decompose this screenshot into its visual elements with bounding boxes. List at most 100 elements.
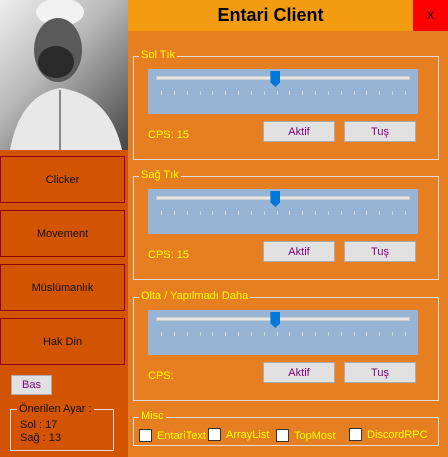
slider-tick xyxy=(225,211,227,215)
checkbox-icon[interactable] xyxy=(276,429,289,442)
slider-tick xyxy=(366,211,368,215)
slider-tick xyxy=(289,91,291,95)
recommended-sag: Sağ : 13 xyxy=(20,432,61,444)
slider-tick xyxy=(302,211,304,215)
slider-thumb[interactable] xyxy=(270,191,281,207)
slider-tick xyxy=(276,332,278,336)
slider-tick xyxy=(212,211,214,215)
slider-tick xyxy=(161,332,162,336)
sol-tik-slider[interactable] xyxy=(148,69,418,114)
checkbox-icon[interactable] xyxy=(349,428,362,441)
slider-tick xyxy=(199,91,201,95)
slider-tick xyxy=(379,332,381,336)
slider-thumb[interactable] xyxy=(270,71,281,87)
sol-tik-aktif-button[interactable]: Aktif xyxy=(263,121,335,142)
slider-tick xyxy=(199,332,201,336)
slider-tick xyxy=(353,211,355,215)
sag-tik-legend: Sağ Tık xyxy=(139,169,181,181)
checkbox-icon[interactable] xyxy=(208,428,221,441)
sol-tik-legend: Sol Tık xyxy=(139,49,178,61)
entaritext-checkbox[interactable]: EntariText xyxy=(139,429,206,442)
slider-tick xyxy=(225,332,227,336)
slider-tick xyxy=(238,91,240,95)
slider-tick xyxy=(263,211,265,215)
olta-tus-button[interactable]: Tuş xyxy=(344,362,416,383)
checkbox-icon[interactable] xyxy=(139,429,152,442)
sag-tik-aktif-button[interactable]: Aktif xyxy=(263,241,335,262)
slider-tick xyxy=(340,211,342,215)
title-bar: Entari Client X xyxy=(128,0,448,31)
slider-tick xyxy=(302,91,304,95)
nav-muslumanlik-button[interactable]: Müslümanlık xyxy=(0,264,125,311)
slider-tick xyxy=(161,91,162,95)
olta-cps-label: CPS: xyxy=(148,370,174,382)
nav-clicker-button[interactable]: Clicker xyxy=(0,156,125,203)
slider-tick xyxy=(353,332,355,336)
slider-tick xyxy=(225,91,227,95)
slider-tick xyxy=(212,91,214,95)
slider-tick xyxy=(379,211,381,215)
slider-tick xyxy=(405,332,406,336)
slider-track[interactable] xyxy=(156,76,410,80)
nav-hak-din-button[interactable]: Hak Din xyxy=(0,318,125,365)
slider-track[interactable] xyxy=(156,196,410,200)
slider-tick xyxy=(186,211,188,215)
slider-tick xyxy=(405,211,406,215)
slider-tick xyxy=(250,211,252,215)
slider-tick xyxy=(392,211,394,215)
slider-tick xyxy=(263,91,265,95)
recommended-settings-group: Önerilen Ayar : Sol : 17 Sağ : 13 xyxy=(10,403,114,451)
topmost-label: TopMost xyxy=(294,429,336,442)
olta-slider[interactable] xyxy=(148,310,418,355)
slider-tick xyxy=(379,91,381,95)
slider-tick xyxy=(186,332,188,336)
topmost-checkbox[interactable]: TopMost xyxy=(276,429,336,442)
slider-tick xyxy=(238,211,240,215)
arraylist-checkbox[interactable]: ArrayList xyxy=(208,428,269,441)
slider-tick xyxy=(315,211,317,215)
sol-tik-group: Sol Tık CPS: 15 Aktif Tuş xyxy=(133,49,439,160)
close-button[interactable]: X xyxy=(413,0,448,31)
slider-tick xyxy=(173,91,175,95)
sag-tik-cps-label: CPS: 15 xyxy=(148,249,189,261)
slider-track[interactable] xyxy=(156,317,410,321)
slider-tick xyxy=(353,91,355,95)
slider-tick xyxy=(250,91,252,95)
recommended-sol: Sol : 17 xyxy=(20,419,58,431)
slider-tick xyxy=(199,211,201,215)
discordrpc-label: DiscordRPC xyxy=(367,428,428,441)
sag-tik-group: Sağ Tık CPS: 15 Aktif Tuş xyxy=(133,169,439,280)
slider-tick xyxy=(212,332,214,336)
slider-tick xyxy=(315,332,317,336)
misc-group: Misc EntariText ArrayList TopMost Discor… xyxy=(133,410,439,446)
slider-tick xyxy=(238,332,240,336)
bas-button[interactable]: Bas xyxy=(11,375,52,395)
profile-photo xyxy=(0,0,128,150)
slider-thumb[interactable] xyxy=(270,312,281,328)
sag-tik-slider[interactable] xyxy=(148,189,418,234)
slider-tick xyxy=(263,332,265,336)
olta-group: Olta / Yapılmadı Daha CPS: Aktif Tuş xyxy=(133,290,439,401)
discordrpc-checkbox[interactable]: DiscordRPC xyxy=(349,428,428,441)
nav-movement-button[interactable]: Movement xyxy=(0,210,125,257)
slider-tick xyxy=(173,332,175,336)
olta-aktif-button[interactable]: Aktif xyxy=(263,362,335,383)
slider-tick xyxy=(327,211,329,215)
slider-tick xyxy=(340,332,342,336)
slider-tick xyxy=(315,91,317,95)
sidebar: Clicker Movement Müslümanlık Hak Din Bas… xyxy=(0,0,128,457)
slider-tick xyxy=(276,91,278,95)
slider-tick xyxy=(289,332,291,336)
slider-tick xyxy=(405,91,406,95)
arraylist-label: ArrayList xyxy=(226,428,270,441)
slider-tick xyxy=(327,332,329,336)
sol-tik-cps-label: CPS: 15 xyxy=(148,129,189,141)
misc-legend: Misc xyxy=(139,410,166,422)
app-title: Entari Client xyxy=(217,5,324,25)
slider-tick xyxy=(340,91,342,95)
slider-tick xyxy=(302,332,304,336)
slider-tick xyxy=(186,91,188,95)
sag-tik-tus-button[interactable]: Tuş xyxy=(344,241,416,262)
sol-tik-tus-button[interactable]: Tuş xyxy=(344,121,416,142)
slider-tick xyxy=(392,91,394,95)
